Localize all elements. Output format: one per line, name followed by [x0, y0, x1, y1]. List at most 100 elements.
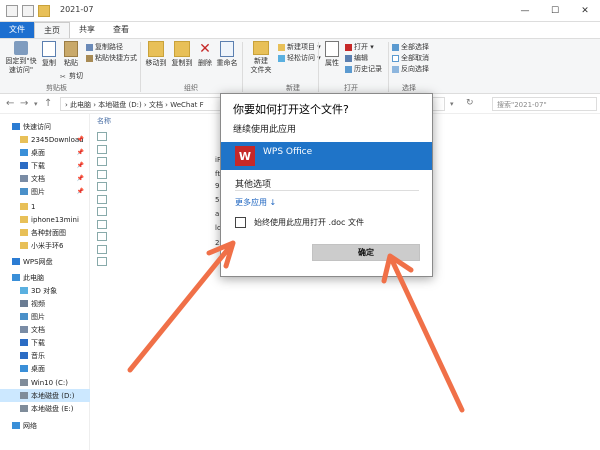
copy-path-button[interactable]: 复制路径: [86, 42, 123, 52]
ribbon-divider: [242, 42, 243, 92]
copy-to-label: 复制到: [171, 59, 193, 67]
copy-to-button[interactable]: 复制到: [170, 41, 194, 68]
forward-arrow-icon[interactable]: →: [20, 98, 28, 109]
chevron-down-icon[interactable]: ▾: [450, 100, 454, 108]
copy-button[interactable]: 复制: [38, 41, 60, 68]
rename-button[interactable]: 重命名: [214, 41, 240, 68]
file-icon[interactable]: [97, 157, 107, 166]
ok-button[interactable]: 确定: [312, 244, 420, 261]
new-item-button[interactable]: 新建项目 ▾: [278, 42, 321, 52]
nav-item[interactable]: 桌面 📌: [0, 146, 90, 159]
nav-item[interactable]: 桌面: [0, 362, 90, 375]
file-name-fragment: 9: [215, 182, 220, 190]
select-all-button[interactable]: 全部选择: [392, 42, 429, 52]
nav-item[interactable]: 3D 对象: [0, 284, 90, 297]
minimize-button[interactable]: —: [510, 0, 540, 22]
edit-icon: [345, 54, 352, 62]
download-icon: [20, 162, 28, 169]
easy-access-icon: [278, 54, 285, 62]
paste-button[interactable]: 粘贴: [60, 41, 82, 68]
folder-icon: [20, 229, 28, 236]
nav-item-label: 下载: [31, 338, 45, 347]
nav-item[interactable]: 各种封面图: [0, 226, 90, 239]
cut-button[interactable]: ✂ 剪切: [60, 71, 83, 81]
edit-button[interactable]: 编辑: [345, 53, 368, 63]
new-folder-label: 新建 文件夹: [250, 57, 272, 74]
rename-icon: [220, 41, 234, 57]
tab-home[interactable]: 主页: [34, 22, 70, 38]
refresh-icon[interactable]: ↻: [466, 98, 474, 108]
scissors-icon: ✂: [60, 72, 66, 81]
tab-file[interactable]: 文件: [0, 22, 34, 38]
nav-item[interactable]: 图片: [0, 310, 90, 323]
app-option-wps[interactable]: W WPS Office: [221, 142, 432, 170]
file-icon[interactable]: [97, 244, 107, 254]
nav-item[interactable]: 小米手环6: [0, 239, 90, 252]
file-icon[interactable]: [97, 132, 107, 141]
select-none-button[interactable]: 全部取消: [392, 53, 429, 63]
nav-item[interactable]: 文档 📌: [0, 172, 90, 185]
nav-item[interactable]: 网络: [0, 419, 90, 432]
nav-item[interactable]: 此电脑: [0, 271, 90, 284]
new-item-label: 新建项目 ▾: [287, 43, 321, 51]
maximize-button[interactable]: ☐: [540, 0, 570, 22]
nav-item[interactable]: 下载: [0, 336, 90, 349]
pin-icon: 📌: [76, 149, 84, 156]
nav-item[interactable]: WPS网盘: [0, 255, 90, 268]
paste-shortcut-button[interactable]: 粘贴快捷方式: [86, 53, 137, 63]
nav-item-label: 音乐: [31, 351, 45, 360]
nav-item[interactable]: 1: [0, 200, 90, 213]
nav-item[interactable]: 图片 📌: [0, 185, 90, 198]
back-arrow-icon[interactable]: ←: [6, 98, 14, 109]
new-folder-button[interactable]: 新建 文件夹: [246, 41, 276, 75]
file-icon[interactable]: [97, 257, 107, 266]
nav-item[interactable]: Win10 (C:): [0, 376, 90, 389]
easy-access-button[interactable]: 轻松访问 ▾: [278, 53, 321, 63]
history-button[interactable]: 历史记录: [345, 64, 382, 74]
up-arrow-icon[interactable]: ↑: [44, 98, 52, 109]
close-button[interactable]: ✕: [570, 0, 600, 22]
select-all-label: 全部选择: [401, 43, 429, 51]
file-icon[interactable]: [97, 144, 107, 154]
tab-view[interactable]: 查看: [104, 22, 138, 38]
nav-item[interactable]: 2345Download 📌: [0, 133, 90, 146]
always-use-checkbox[interactable]: [235, 217, 246, 228]
tab-share[interactable]: 共享: [70, 22, 104, 38]
nav-item[interactable]: 本地磁盘 (D:): [0, 389, 90, 402]
file-icon[interactable]: [97, 207, 107, 216]
rename-label: 重命名: [216, 59, 238, 67]
clipboard-group-label: 剪贴板: [46, 84, 67, 92]
file-icon[interactable]: [97, 169, 107, 179]
nav-item[interactable]: 音乐: [0, 349, 90, 362]
more-apps-link[interactable]: 更多应用 ↓: [235, 197, 276, 208]
nav-item[interactable]: 文档: [0, 323, 90, 336]
properties-button[interactable]: 属性: [322, 41, 342, 68]
nav-item[interactable]: 视频: [0, 297, 90, 310]
nav-item-label: 3D 对象: [31, 286, 58, 295]
recent-dropdown-icon[interactable]: ▾: [34, 100, 38, 108]
nav-item[interactable]: 快速访问: [0, 120, 90, 133]
open-button[interactable]: 打开 ▾: [345, 42, 374, 52]
open-with-dialog: 你要如何打开这个文件? 继续使用此应用 W WPS Office 其他选项 更多…: [220, 93, 433, 277]
delete-button[interactable]: ✕ 删除: [196, 41, 214, 68]
checkbox-icon[interactable]: [22, 5, 34, 17]
move-to-icon: [148, 41, 164, 57]
nav-item-label: 各种封面图: [31, 228, 66, 237]
move-to-button[interactable]: 移动到: [144, 41, 168, 68]
nav-item[interactable]: 下载 📌: [0, 159, 90, 172]
folder-icon[interactable]: [38, 5, 50, 17]
file-icon[interactable]: [97, 219, 107, 229]
file-icon[interactable]: [97, 232, 107, 241]
open-icon: [345, 43, 352, 51]
file-icon[interactable]: [97, 194, 107, 204]
pin-icon: [14, 41, 28, 55]
nav-item[interactable]: 本地磁盘 (E:): [0, 402, 90, 415]
desktop-icon: [20, 149, 28, 156]
ribbon-divider: [388, 42, 389, 92]
pin-quick-access-button[interactable]: 固定到"快 速访问": [4, 41, 38, 75]
file-icon[interactable]: [97, 182, 107, 191]
invert-selection-button[interactable]: 反向选择: [392, 64, 429, 74]
nav-item[interactable]: iphone13mini: [0, 213, 90, 226]
column-header-name[interactable]: 名称: [97, 116, 111, 126]
search-input[interactable]: 搜索"2021-07": [492, 97, 597, 111]
